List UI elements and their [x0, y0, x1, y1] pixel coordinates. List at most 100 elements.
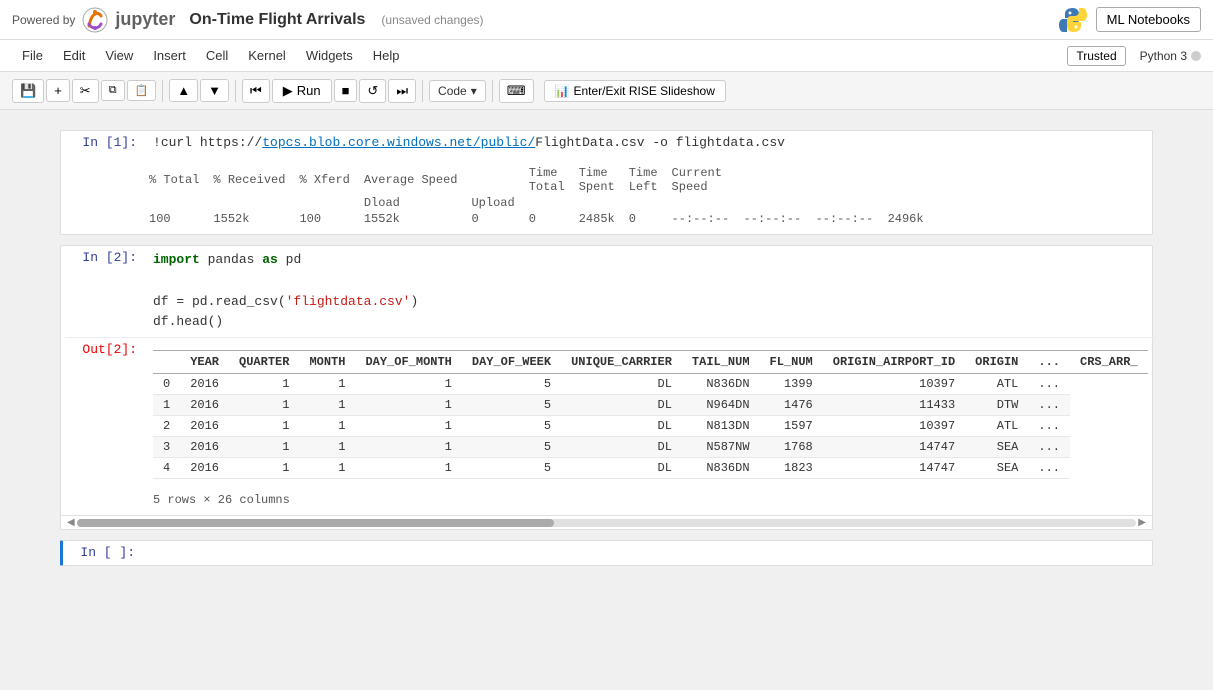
move-up-button[interactable]: ▲ — [169, 79, 198, 102]
empty-cell-wrapper: In [ ]: — [63, 541, 1152, 565]
cell-1-code[interactable]: !curl https://topcs.blob.core.windows.ne… — [145, 131, 1152, 154]
jupyter-label: jupyter — [115, 9, 175, 30]
menu-cell[interactable]: Cell — [196, 44, 238, 67]
menu-kernel[interactable]: Kernel — [238, 44, 296, 67]
empty-cell-code[interactable] — [143, 541, 1152, 565]
df-4-carrier: DL — [561, 458, 682, 479]
cell-type-dropdown[interactable]: Code ▾ — [429, 80, 486, 102]
cut-button[interactable]: ✂ — [72, 79, 99, 103]
menu-view[interactable]: View — [95, 44, 143, 67]
df-row-0: 0 2016 1 1 1 5 DL N836DN 1399 10397 — [153, 374, 1148, 395]
df-idx-0: 0 — [153, 374, 180, 395]
curl-h-time-total: TimeTotal — [523, 166, 571, 194]
df-idx-1: 1 — [153, 395, 180, 416]
df-row-3: 3 2016 1 1 1 5 DL N587NW 1768 14747 — [153, 437, 1148, 458]
menu-insert[interactable]: Insert — [143, 44, 196, 67]
curl-sh-2 — [207, 196, 291, 210]
add-cell-button[interactable]: + — [46, 79, 70, 102]
cell-2-code[interactable]: import pandas as pd df = pd.read_csv('fl… — [145, 246, 1156, 337]
rise-button[interactable]: 📊 Enter/Exit RISE Slideshow — [544, 80, 726, 102]
df-col-day-week: DAY_OF_WEEK — [462, 351, 561, 374]
trusted-button[interactable]: Trusted — [1067, 46, 1125, 66]
curl-d-0c: 0 — [623, 212, 664, 226]
df-1-origin: DTW — [965, 395, 1028, 416]
cut-icon: ✂ — [80, 83, 91, 99]
scroll-left-arrow[interactable]: ◀ — [65, 517, 77, 528]
menu-file[interactable]: File — [12, 44, 53, 67]
df-3-carrier: DL — [561, 437, 682, 458]
scroll-right-arrow[interactable]: ▶ — [1136, 517, 1148, 528]
move-up-icon: ▲ — [177, 83, 190, 98]
df-3-year: 2016 — [180, 437, 229, 458]
save-button[interactable]: 💾 — [12, 79, 44, 103]
df-4-dow: 5 — [462, 458, 561, 479]
ml-notebooks-button[interactable]: ML Notebooks — [1096, 7, 1201, 32]
cell-2-line1: import pandas as pd — [153, 250, 1148, 271]
df-0-dow: 5 — [462, 374, 561, 395]
kernel-info: Python 3 — [1140, 49, 1201, 63]
df-4-flnum: 1823 — [760, 458, 823, 479]
restart-button[interactable]: ↺ — [359, 79, 386, 103]
cell-2-prompt: In [2]: — [65, 246, 145, 337]
fast-fwd-button[interactable]: ⏭ — [388, 79, 416, 103]
df-2-dow: 5 — [462, 416, 561, 437]
curl-h-current-speed: CurrentSpeed — [666, 166, 930, 194]
curl-data-row: 100 1552k 100 1552k 0 0 2485k 0 --:--:--… — [143, 212, 930, 226]
scroll-track[interactable] — [77, 519, 1137, 527]
df-2-flnum: 1597 — [760, 416, 823, 437]
run-button[interactable]: ▶ Run — [272, 79, 332, 103]
curl-h-time-left: TimeLeft — [623, 166, 664, 194]
curl-header-row: % Total % Received % Xferd Average Speed… — [143, 166, 930, 194]
rise-label: Enter/Exit RISE Slideshow — [573, 84, 714, 98]
keyboard-shortcuts-button[interactable]: ⌨ — [499, 79, 534, 103]
df-3-dow: 5 — [462, 437, 561, 458]
df-col-year: YEAR — [180, 351, 229, 374]
scroll-bar[interactable]: ◀ ▶ — [61, 515, 1152, 529]
copy-icon: ⧉ — [109, 84, 117, 97]
run-label: Run — [297, 83, 321, 98]
dropdown-arrow-icon: ▾ — [471, 84, 477, 98]
df-0-dom: 1 — [355, 374, 461, 395]
df-3-tail: N587NW — [682, 437, 760, 458]
df-1-dow: 5 — [462, 395, 561, 416]
curl-d-1552k: 1552k — [207, 212, 291, 226]
curl-h-pct-total: % Total — [143, 166, 205, 194]
empty-cell-prompt: In [ ]: — [63, 541, 143, 565]
csv-str: 'flightdata.csv' — [286, 294, 411, 309]
df-1-quarter: 1 — [229, 395, 299, 416]
toolbar-sep-1 — [162, 80, 163, 102]
menu-widgets[interactable]: Widgets — [296, 44, 363, 67]
scroll-thumb[interactable] — [77, 519, 554, 527]
df-col-quarter: QUARTER — [229, 351, 299, 374]
df-1-flnum: 1476 — [760, 395, 823, 416]
df-col-day-month: DAY_OF_MONTH — [355, 351, 461, 374]
df-col-idx — [153, 351, 180, 374]
move-down-icon: ▼ — [208, 83, 221, 98]
menubar: File Edit View Insert Cell Kernel Widget… — [0, 40, 1213, 72]
curl-sh-3 — [293, 196, 355, 210]
notebook-title[interactable]: On-Time Flight Arrivals — [189, 11, 365, 29]
kernel-status-icon — [1191, 51, 1201, 61]
df-row-2: 2 2016 1 1 1 5 DL N813DN 1597 10397 — [153, 416, 1148, 437]
df-0-month: 1 — [299, 374, 355, 395]
df-3-origin: SEA — [965, 437, 1028, 458]
paste-button[interactable]: 📋 — [127, 80, 157, 101]
menu-help[interactable]: Help — [363, 44, 410, 67]
curl-sh-dload: Dload — [358, 196, 464, 210]
move-down-button[interactable]: ▼ — [200, 79, 229, 102]
cell-1: In [1]: !curl https://topcs.blob.core.wi… — [60, 130, 1153, 235]
menu-edit[interactable]: Edit — [53, 44, 95, 67]
df-0-year: 2016 — [180, 374, 229, 395]
df-row-4: 4 2016 1 1 1 5 DL N836DN 1823 14747 — [153, 458, 1148, 479]
df-idx-3: 3 — [153, 437, 180, 458]
cell-2-out-prompt: Out[2]: — [65, 338, 145, 515]
copy-button[interactable]: ⧉ — [101, 80, 125, 101]
df-3-oid: 14747 — [823, 437, 965, 458]
fast-back-button[interactable]: ⏮ — [242, 79, 270, 103]
empty-cell: In [ ]: — [60, 540, 1153, 566]
toolbar-sep-4 — [492, 80, 493, 102]
df-4-origin: SEA — [965, 458, 1028, 479]
curl-sh-upload: Upload — [465, 196, 520, 210]
stop-button[interactable]: ■ — [334, 79, 358, 102]
cell-type-label: Code — [438, 84, 467, 98]
